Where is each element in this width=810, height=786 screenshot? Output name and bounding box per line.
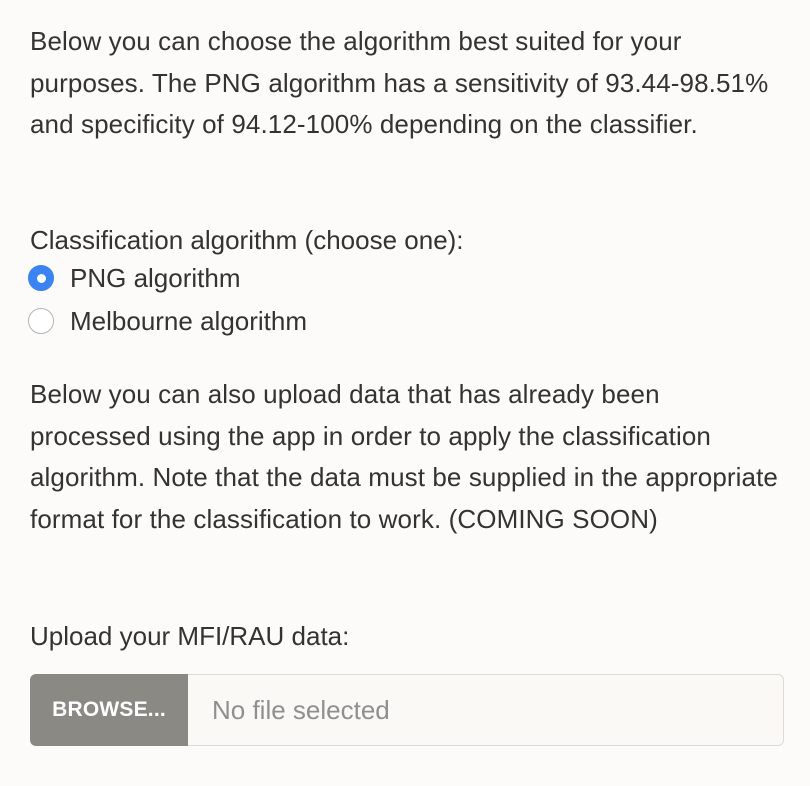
radio-button-checked-icon[interactable] xyxy=(28,265,54,291)
classification-label: Classification algorithm (choose one): xyxy=(30,225,464,255)
radio-option-png[interactable]: PNG algorithm xyxy=(28,258,241,298)
intro-paragraph: Below you can choose the algorithm best … xyxy=(30,26,769,140)
radio-button-unchecked-icon[interactable] xyxy=(28,308,54,334)
file-name-display[interactable]: No file selected xyxy=(188,674,784,746)
radio-option-melbourne[interactable]: Melbourne algorithm xyxy=(28,301,307,341)
upload-paragraph: Below you can also upload data that has … xyxy=(30,379,778,534)
radio-label-png: PNG algorithm xyxy=(70,263,241,293)
browse-button[interactable]: BROWSE... xyxy=(30,674,188,746)
radio-dot-icon xyxy=(36,273,46,283)
classification-panel: Below you can choose the algorithm best … xyxy=(0,0,810,786)
upload-label: Upload your MFI/RAU data: xyxy=(30,621,350,651)
radio-label-melbourne: Melbourne algorithm xyxy=(70,306,308,336)
file-upload-input[interactable]: BROWSE... No file selected xyxy=(30,674,784,746)
